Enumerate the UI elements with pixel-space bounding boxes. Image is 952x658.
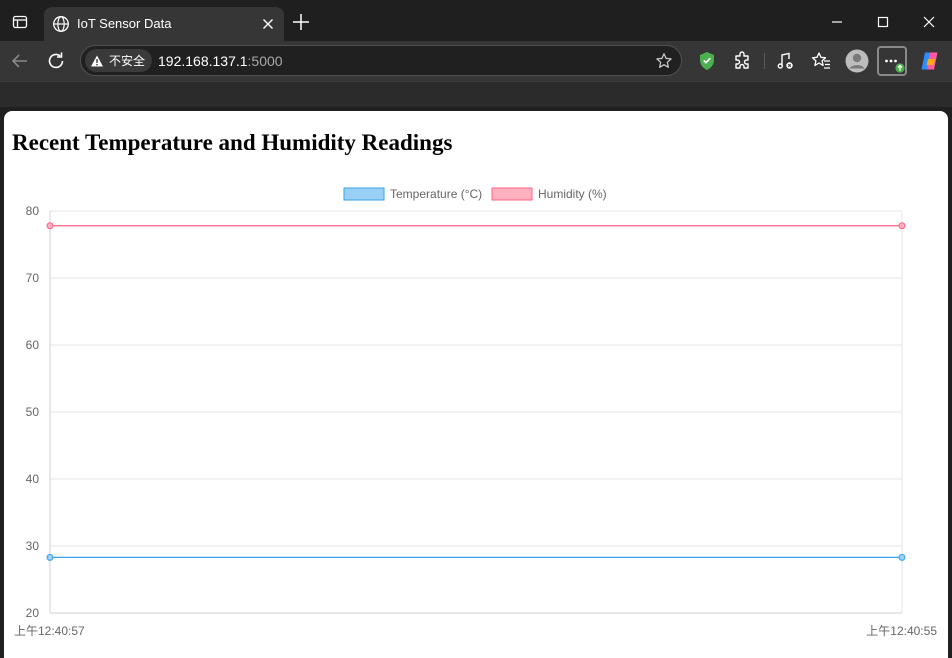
y-tick-label: 50 [26, 405, 40, 419]
page-title: Recent Temperature and Humidity Readings [12, 130, 453, 155]
legend-label[interactable]: Humidity (%) [538, 187, 607, 201]
security-label: 不安全 [109, 54, 146, 68]
close-tab-icon[interactable] [260, 16, 276, 32]
close-window-icon[interactable] [919, 12, 939, 32]
browser-titlebar: IoT Sensor Data [0, 0, 952, 41]
data-point[interactable] [898, 222, 906, 230]
data-point[interactable] [46, 553, 54, 561]
chart-series [46, 222, 906, 561]
y-tick-label: 80 [26, 204, 40, 218]
url-port: :5000 [247, 53, 283, 69]
y-tick-label: 70 [26, 271, 40, 285]
page-content: Recent Temperature and Humidity Readings… [4, 111, 948, 658]
tab-title: IoT Sensor Data [77, 16, 172, 31]
legend-swatch[interactable] [491, 187, 533, 201]
legend-label[interactable]: Temperature (°C) [390, 187, 482, 201]
minimize-icon[interactable] [827, 12, 847, 32]
x-tick-label: 上午12:40:55 [866, 624, 937, 638]
y-tick-label: 60 [26, 338, 40, 352]
shield-extension-icon[interactable] [695, 49, 719, 73]
data-point[interactable] [46, 222, 54, 230]
media-control-icon[interactable] [773, 49, 797, 73]
x-tick-label: 上午12:40:57 [14, 624, 85, 638]
more-dots-icon [885, 59, 905, 73]
profile-avatar[interactable] [844, 48, 870, 74]
legend-swatch[interactable] [343, 187, 385, 201]
favorite-star-icon[interactable] [655, 52, 673, 70]
chart-grid [49, 210, 903, 614]
url-text[interactable]: 192.168.137.1:5000 [158, 53, 283, 69]
y-tick-label: 20 [26, 606, 40, 620]
browser-toolbar: 不安全 192.168.137.1:5000 [0, 41, 952, 81]
back-arrow-icon[interactable] [8, 49, 32, 73]
security-indicator[interactable]: 不安全 [85, 49, 153, 72]
y-axis-ticks: 20 30 40 50 60 70 80 [26, 204, 40, 620]
url-host: 192.168.137.1 [158, 53, 248, 69]
warning-icon [91, 55, 103, 66]
extensions-puzzle-icon[interactable] [731, 49, 755, 73]
y-tick-label: 30 [26, 539, 40, 553]
y-tick-label: 40 [26, 472, 40, 486]
favorites-icon[interactable] [809, 49, 833, 73]
browser-tab[interactable]: IoT Sensor Data [44, 7, 284, 41]
readings-line-chart: 20 30 40 50 60 70 80 上午12:40:57 上午12:40:55 Temp… [14, 187, 937, 638]
globe-icon [53, 16, 69, 32]
chart-legend[interactable]: Temperature (°C) Humidity (%) [343, 187, 607, 201]
copilot-icon[interactable] [918, 49, 942, 73]
data-point[interactable] [898, 553, 906, 561]
tab-actions-icon[interactable] [8, 10, 32, 34]
refresh-icon[interactable] [44, 49, 68, 73]
browser-info-strip [0, 81, 952, 107]
toolbar-separator [764, 53, 765, 69]
maximize-icon[interactable] [873, 12, 893, 32]
x-axis-ticks: 上午12:40:57 上午12:40:55 [14, 624, 937, 638]
address-bar[interactable]: 不安全 192.168.137.1:5000 [80, 45, 682, 76]
settings-menu-button[interactable] [877, 46, 907, 76]
new-tab-icon[interactable] [290, 11, 312, 33]
